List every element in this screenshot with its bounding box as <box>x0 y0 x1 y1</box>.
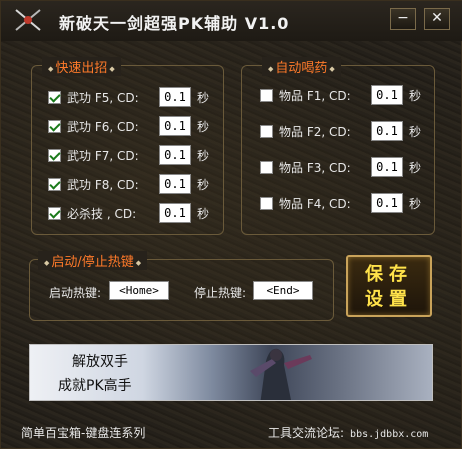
hotkey-group: 启动/停止热键 启动热键: <Home> 停止热键: <End> <box>29 251 334 321</box>
potion-cd-input[interactable]: 0.1 <box>371 193 403 213</box>
skill-row: 武功 F6, CD: 0.1 秒 <box>48 115 209 137</box>
skill-unit: 秒 <box>197 119 210 134</box>
save-button-line1: 保存 <box>365 264 413 285</box>
skill-checkbox[interactable] <box>48 119 61 133</box>
skill-label: 武功 F6, CD: <box>67 119 139 134</box>
potion-checkbox[interactable] <box>260 160 273 174</box>
skills-group: 快速出招 武功 F5, CD:0.1秒武功 F6, CD:0.1秒武功 F7, … <box>31 57 224 235</box>
skill-checkbox[interactable] <box>48 177 61 191</box>
potion-row: 物品 F1, CD: 0.1 秒 <box>260 84 421 106</box>
title-bar[interactable]: 新破天一剑超强PK辅助 V1.0 − ✕ <box>1 1 462 41</box>
skill-unit: 秒 <box>197 177 210 192</box>
potions-group: 自动喝药 物品 F1, CD:0.1秒物品 F2, CD:0.1秒物品 F3, … <box>241 57 435 235</box>
skill-cd-input[interactable]: 0.1 <box>159 174 191 194</box>
app-window: 新破天一剑超强PK辅助 V1.0 − ✕ 快速出招 武功 F5, CD: 0.1 秒… <box>0 0 462 449</box>
forum-link[interactable]: bbs.jdbbx.com <box>350 429 428 440</box>
hotkey-legend: 启动/停止热键 <box>38 251 148 270</box>
potion-checkbox[interactable] <box>260 124 273 138</box>
skill-checkbox[interactable] <box>48 206 61 220</box>
window-title: 新破天一剑超强PK辅助 V1.0 <box>59 14 290 33</box>
save-settings-button[interactable]: 保存 设置 <box>346 255 432 317</box>
skill-checkbox[interactable] <box>48 148 61 162</box>
skill-cd-input[interactable]: 0.1 <box>159 116 191 136</box>
potion-unit: 秒 <box>409 160 422 175</box>
promo-banner: 解放双手 成就PK高手 <box>29 344 433 401</box>
crossed-swords-icon <box>15 9 41 31</box>
skill-label: 武功 F5, CD: <box>67 90 139 105</box>
skill-cd-input[interactable]: 0.1 <box>159 87 191 107</box>
skill-cd-input[interactable]: 0.1 <box>159 145 191 165</box>
potion-label: 物品 F1, CD: <box>279 88 351 103</box>
potions-legend: 自动喝药 <box>262 57 341 76</box>
potion-row: 物品 F3, CD: 0.1 秒 <box>260 156 421 178</box>
potion-unit: 秒 <box>409 196 422 211</box>
skill-row: 武功 F5, CD: 0.1 秒 <box>48 86 209 108</box>
banner-line2: 成就PK高手 <box>58 378 132 394</box>
potion-label: 物品 F2, CD: <box>279 124 351 139</box>
banner-line1: 解放双手 <box>72 354 128 370</box>
potion-cd-input[interactable]: 0.1 <box>371 157 403 177</box>
skills-legend: 快速出招 <box>42 57 121 76</box>
potion-cd-input[interactable]: 0.1 <box>371 121 403 141</box>
potion-checkbox[interactable] <box>260 88 273 102</box>
skill-unit: 秒 <box>197 206 210 221</box>
skill-row: 必杀技 , CD: 0.1 秒 <box>48 202 209 224</box>
stop-hotkey-input[interactable]: <End> <box>253 281 313 300</box>
potion-row: 物品 F2, CD: 0.1 秒 <box>260 120 421 142</box>
skill-row: 武功 F8, CD: 0.1 秒 <box>48 173 209 195</box>
skill-unit: 秒 <box>197 148 210 163</box>
skill-label: 武功 F7, CD: <box>67 148 139 163</box>
potion-checkbox[interactable] <box>260 196 273 210</box>
forum-label: 工具交流论坛: <box>268 426 345 440</box>
save-button-line2: 设置 <box>365 289 413 310</box>
skill-unit: 秒 <box>197 90 210 105</box>
skill-cd-input[interactable]: 0.1 <box>159 203 191 223</box>
potion-label: 物品 F4, CD: <box>279 196 351 211</box>
potion-row: 物品 F4, CD: 0.1 秒 <box>260 192 421 214</box>
footer-forum: 工具交流论坛: bbs.jdbbx.com <box>268 424 428 441</box>
warrior-figure-icon <box>250 348 312 400</box>
potion-unit: 秒 <box>409 88 422 103</box>
stop-hotkey-label: 停止热键: <box>194 286 247 300</box>
start-hotkey-input[interactable]: <Home> <box>109 281 169 300</box>
footer-series-text: 简单百宝箱-键盘连系列 <box>21 426 146 440</box>
potion-unit: 秒 <box>409 124 422 139</box>
skill-label: 必杀技 , CD: <box>67 206 137 221</box>
close-button[interactable]: ✕ <box>424 8 450 30</box>
minimize-button[interactable]: − <box>390 8 416 30</box>
potion-cd-input[interactable]: 0.1 <box>371 85 403 105</box>
start-hotkey-label: 启动热键: <box>49 286 102 300</box>
skill-label: 武功 F8, CD: <box>67 177 139 192</box>
potion-label: 物品 F3, CD: <box>279 160 351 175</box>
skill-row: 武功 F7, CD: 0.1 秒 <box>48 144 209 166</box>
skill-checkbox[interactable] <box>48 90 61 104</box>
